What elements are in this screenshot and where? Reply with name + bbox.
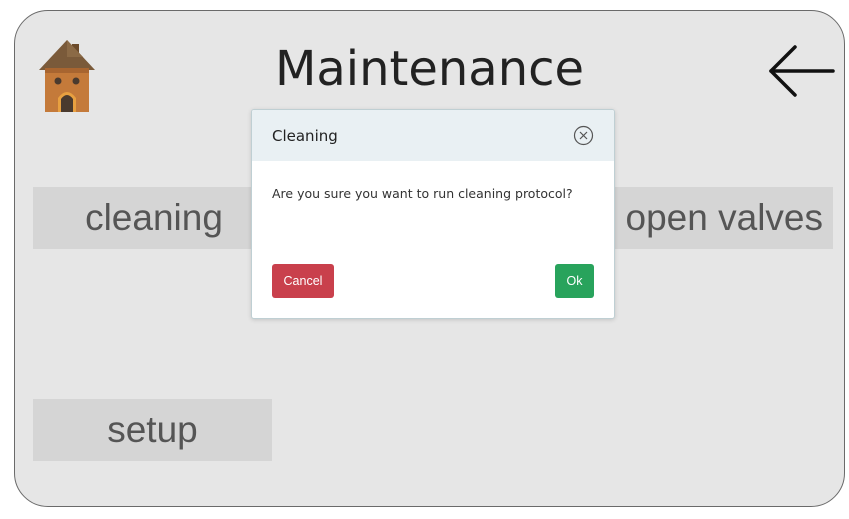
setup-button-label: setup xyxy=(107,409,198,450)
setup-button[interactable]: setup xyxy=(33,399,272,461)
page-title: Maintenance xyxy=(274,41,585,97)
dialog-header: Cleaning xyxy=(252,110,614,161)
cancel-button[interactable]: Cancel xyxy=(272,264,334,298)
close-icon[interactable] xyxy=(573,125,594,146)
ok-button[interactable]: Ok xyxy=(555,264,594,298)
open-valves-button-label: open valves xyxy=(625,197,823,238)
back-arrow-icon[interactable] xyxy=(767,39,835,99)
confirm-dialog: Cleaning Are you sure you want to run cl… xyxy=(251,109,615,319)
cleaning-button[interactable]: cleaning xyxy=(33,187,275,249)
cleaning-button-label: cleaning xyxy=(85,197,223,238)
dialog-title: Cleaning xyxy=(272,127,338,145)
dialog-message: Are you sure you want to run cleaning pr… xyxy=(272,186,573,201)
